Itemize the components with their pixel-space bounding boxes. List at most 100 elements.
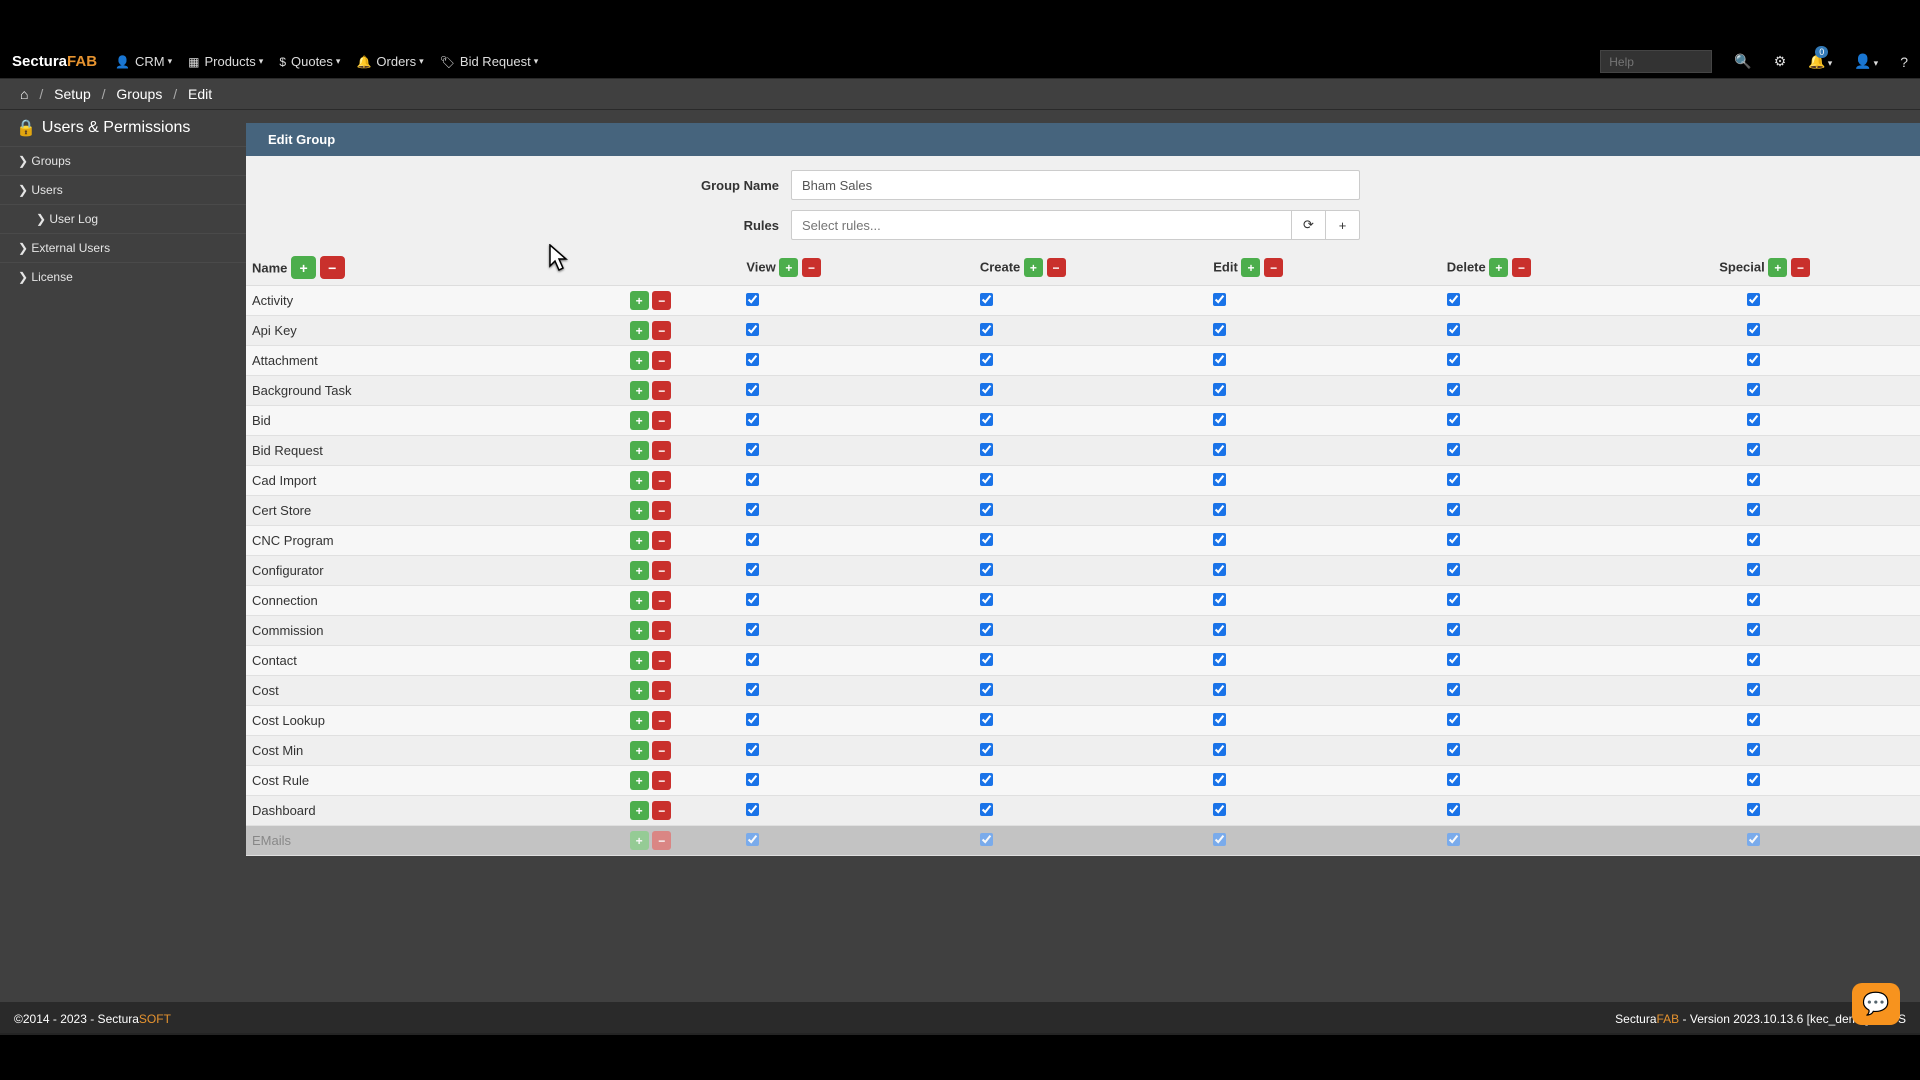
special-checkbox[interactable] [1747, 743, 1760, 756]
row-add-button[interactable]: + [630, 801, 649, 820]
row-remove-button[interactable]: − [652, 321, 671, 340]
row-add-button[interactable]: + [630, 291, 649, 310]
row-add-button[interactable]: + [630, 351, 649, 370]
row-add-button[interactable]: + [630, 501, 649, 520]
row-remove-button[interactable]: − [652, 411, 671, 430]
create-checkbox[interactable] [980, 563, 993, 576]
special-checkbox[interactable] [1747, 593, 1760, 606]
create-checkbox[interactable] [980, 833, 993, 846]
special-checkbox[interactable] [1747, 503, 1760, 516]
create-checkbox[interactable] [980, 713, 993, 726]
create-checkbox[interactable] [980, 353, 993, 366]
view-checkbox[interactable] [746, 653, 759, 666]
delete-checkbox[interactable] [1447, 563, 1460, 576]
row-add-button[interactable]: + [630, 381, 649, 400]
view-checkbox[interactable] [746, 683, 759, 696]
search-icon[interactable]: 🔍 [1734, 53, 1751, 70]
view-checkbox[interactable] [746, 473, 759, 486]
delete-add-all-button[interactable]: + [1489, 258, 1508, 277]
row-remove-button[interactable]: − [652, 351, 671, 370]
view-checkbox[interactable] [746, 593, 759, 606]
nav-bid-request[interactable]: 🏷Bid Request▾ [440, 54, 539, 69]
delete-checkbox[interactable] [1447, 713, 1460, 726]
row-remove-button[interactable]: − [652, 381, 671, 400]
delete-checkbox[interactable] [1447, 623, 1460, 636]
nav-quotes[interactable]: $Quotes▾ [279, 54, 340, 69]
create-checkbox[interactable] [980, 443, 993, 456]
special-checkbox[interactable] [1747, 773, 1760, 786]
special-checkbox[interactable] [1747, 653, 1760, 666]
row-add-button[interactable]: + [630, 621, 649, 640]
name-add-all-button[interactable]: + [291, 256, 316, 279]
special-checkbox[interactable] [1747, 293, 1760, 306]
sidebar-item-groups[interactable]: ❯ Groups [0, 146, 246, 175]
row-remove-button[interactable]: − [652, 621, 671, 640]
view-checkbox[interactable] [746, 713, 759, 726]
rules-refresh-button[interactable]: ⟳ [1292, 210, 1326, 240]
row-remove-button[interactable]: − [652, 801, 671, 820]
edit-checkbox[interactable] [1213, 653, 1226, 666]
row-remove-button[interactable]: − [652, 771, 671, 790]
edit-checkbox[interactable] [1213, 473, 1226, 486]
chat-launcher-button[interactable]: 💬 [1852, 983, 1900, 1025]
special-checkbox[interactable] [1747, 533, 1760, 546]
edit-checkbox[interactable] [1213, 683, 1226, 696]
edit-checkbox[interactable] [1213, 593, 1226, 606]
delete-checkbox[interactable] [1447, 803, 1460, 816]
sidebar-item-user-log[interactable]: ❯ User Log [0, 204, 246, 233]
view-checkbox[interactable] [746, 503, 759, 516]
name-remove-all-button[interactable]: − [320, 256, 345, 279]
edit-remove-all-button[interactable]: − [1264, 258, 1283, 277]
create-checkbox[interactable] [980, 803, 993, 816]
special-checkbox[interactable] [1747, 353, 1760, 366]
row-add-button[interactable]: + [630, 651, 649, 670]
special-checkbox[interactable] [1747, 713, 1760, 726]
special-checkbox[interactable] [1747, 383, 1760, 396]
rules-add-button[interactable]: + [1326, 210, 1360, 240]
row-remove-button[interactable]: − [652, 831, 671, 850]
row-add-button[interactable]: + [630, 441, 649, 460]
view-checkbox[interactable] [746, 563, 759, 576]
row-remove-button[interactable]: − [652, 741, 671, 760]
special-checkbox[interactable] [1747, 833, 1760, 846]
edit-checkbox[interactable] [1213, 503, 1226, 516]
special-remove-all-button[interactable]: − [1791, 258, 1810, 277]
edit-checkbox[interactable] [1213, 323, 1226, 336]
create-checkbox[interactable] [980, 473, 993, 486]
create-checkbox[interactable] [980, 533, 993, 546]
settings-gear-icon[interactable]: ⚙ [1774, 53, 1787, 70]
row-remove-button[interactable]: − [652, 681, 671, 700]
edit-checkbox[interactable] [1213, 623, 1226, 636]
edit-checkbox[interactable] [1213, 383, 1226, 396]
delete-checkbox[interactable] [1447, 413, 1460, 426]
row-add-button[interactable]: + [630, 771, 649, 790]
view-remove-all-button[interactable]: − [802, 258, 821, 277]
view-checkbox[interactable] [746, 833, 759, 846]
view-checkbox[interactable] [746, 773, 759, 786]
delete-checkbox[interactable] [1447, 383, 1460, 396]
create-checkbox[interactable] [980, 383, 993, 396]
row-add-button[interactable]: + [630, 711, 649, 730]
edit-checkbox[interactable] [1213, 713, 1226, 726]
row-remove-button[interactable]: − [652, 441, 671, 460]
row-remove-button[interactable]: − [652, 711, 671, 730]
special-checkbox[interactable] [1747, 473, 1760, 486]
edit-checkbox[interactable] [1213, 803, 1226, 816]
row-add-button[interactable]: + [630, 561, 649, 580]
create-checkbox[interactable] [980, 653, 993, 666]
nav-products[interactable]: ▦Products▾ [188, 54, 263, 69]
nav-orders[interactable]: 🔔Orders▾ [356, 54, 423, 69]
nav-crm[interactable]: 👤CRM▾ [115, 54, 172, 69]
create-checkbox[interactable] [980, 683, 993, 696]
special-checkbox[interactable] [1747, 443, 1760, 456]
create-checkbox[interactable] [980, 623, 993, 636]
delete-checkbox[interactable] [1447, 533, 1460, 546]
create-checkbox[interactable] [980, 593, 993, 606]
row-remove-button[interactable]: − [652, 471, 671, 490]
row-add-button[interactable]: + [630, 531, 649, 550]
delete-checkbox[interactable] [1447, 443, 1460, 456]
row-add-button[interactable]: + [630, 591, 649, 610]
special-checkbox[interactable] [1747, 803, 1760, 816]
create-checkbox[interactable] [980, 773, 993, 786]
row-add-button[interactable]: + [630, 411, 649, 430]
